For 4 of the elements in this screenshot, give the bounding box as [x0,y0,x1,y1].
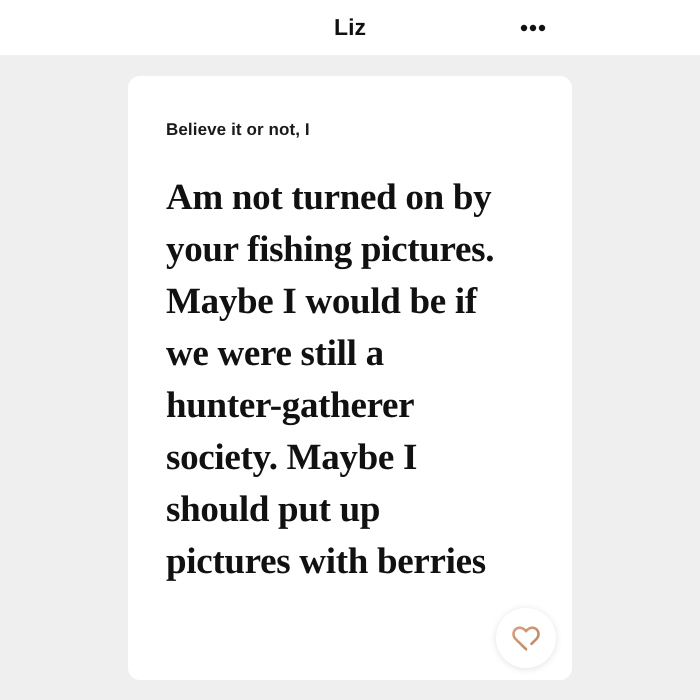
prompt-answer: Am not turned on by your fishing pictures. Maybe I would be if we were still a hunter-gatherer society. Maybe I should put up pictures with berries [166,176,494,584]
prompt-question: Believe it or not, I [166,120,310,140]
profile-name: Liz [334,14,366,41]
more-icon[interactable] [520,24,546,32]
